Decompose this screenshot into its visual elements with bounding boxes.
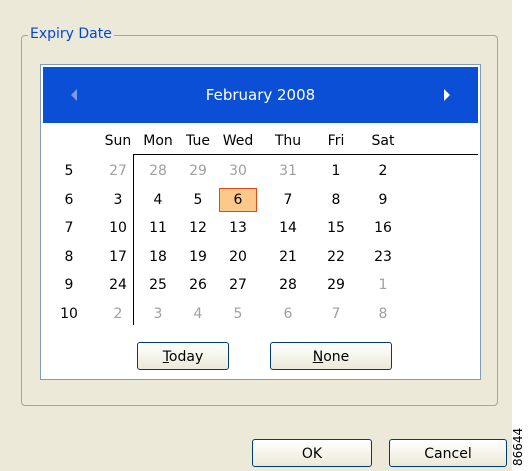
day-cell[interactable]: 4: [138, 188, 178, 212]
day-cell[interactable]: 31: [268, 159, 308, 183]
day-cell[interactable]: 7: [268, 188, 308, 212]
day-cell[interactable]: 8: [363, 302, 403, 326]
day-cell[interactable]: 27: [218, 273, 258, 297]
day-cell[interactable]: 15: [316, 216, 356, 240]
day-cell[interactable]: 1: [316, 159, 356, 183]
day-cell[interactable]: 16: [363, 216, 403, 240]
triangle-right-icon[interactable]: [444, 89, 450, 101]
day-cell[interactable]: 8: [316, 188, 356, 212]
week-number: 9: [64, 277, 74, 293]
day-cell[interactable]: 10: [98, 216, 138, 240]
day-cell[interactable]: 4: [178, 302, 218, 326]
week-number: 8: [64, 248, 74, 265]
ok-button[interactable]: OK: [252, 439, 372, 467]
cancel-button[interactable]: Cancel: [389, 439, 507, 467]
day-cell[interactable]: 6: [268, 302, 308, 326]
day-cell[interactable]: 9: [363, 188, 403, 212]
week-number: 6: [64, 191, 74, 208]
weekday-header: Thu: [274, 133, 302, 149]
day-cell[interactable]: 3: [98, 188, 138, 212]
weekday-header: Tue: [186, 133, 210, 149]
calendar-header: February 2008: [43, 67, 478, 123]
day-cell[interactable]: 11: [138, 216, 178, 240]
day-cell[interactable]: 29: [316, 273, 356, 297]
weekday-header: Sun: [104, 133, 132, 149]
none-button[interactable]: None: [270, 342, 392, 370]
day-cell[interactable]: 24: [98, 273, 138, 297]
day-cell[interactable]: 13: [218, 216, 258, 240]
day-cell[interactable]: 20: [218, 245, 258, 269]
day-cell[interactable]: 1: [363, 273, 403, 297]
day-cell[interactable]: 27: [98, 159, 138, 183]
day-cell[interactable]: 25: [138, 273, 178, 297]
day-cell[interactable]: 21: [268, 245, 308, 269]
day-cell[interactable]: 5: [178, 188, 218, 212]
week-number: 5: [64, 163, 74, 179]
weekday-header: Wed: [222, 133, 254, 149]
day-cell[interactable]: 7: [316, 302, 356, 326]
day-cell[interactable]: 17: [98, 245, 138, 269]
day-cell[interactable]: 14: [268, 216, 308, 240]
day-cell[interactable]: 29: [178, 159, 218, 183]
day-cell[interactable]: 26: [178, 273, 218, 297]
groupbox-title: Expiry Date: [28, 25, 114, 43]
day-cell[interactable]: 3: [138, 302, 178, 326]
side-figure-number: 86644: [511, 427, 525, 466]
week-number: 7: [64, 220, 74, 236]
day-cell[interactable]: 2: [98, 302, 138, 326]
day-cell[interactable]: 5: [218, 302, 258, 326]
day-cell[interactable]: 19: [178, 245, 218, 269]
weekday-header: Mon: [143, 133, 173, 149]
day-cell[interactable]: 2: [363, 159, 403, 183]
calendar: February 2008 Sun Mon Tue Wed Thu Fri Sat 5 27 2…: [40, 64, 481, 380]
weekday-divider: [133, 154, 478, 155]
weekday-header: Sat: [371, 133, 395, 149]
month-title: February 2008: [205, 86, 316, 104]
day-cell[interactable]: 12: [178, 216, 218, 240]
weekday-header: Fri: [327, 133, 345, 149]
day-cell[interactable]: 30: [218, 159, 258, 183]
day-cell[interactable]: 28: [268, 273, 308, 297]
weekday-header-row: Sun Mon Tue Wed Thu Fri Sat: [41, 129, 482, 153]
day-cell[interactable]: 23: [363, 245, 403, 269]
week-number: 10: [60, 305, 78, 322]
day-cell-selected[interactable]: 6: [219, 187, 257, 212]
day-cell[interactable]: 22: [316, 245, 356, 269]
day-cell[interactable]: 18: [138, 245, 178, 269]
day-cell[interactable]: 28: [138, 159, 178, 183]
today-button[interactable]: Today: [137, 342, 229, 370]
